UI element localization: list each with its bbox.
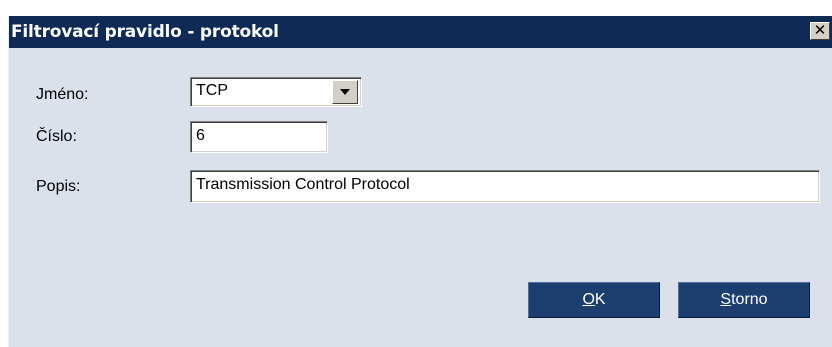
number-input[interactable]: 6 — [190, 121, 328, 153]
protocol-filter-dialog: Filtrovací pravidlo - protokol ✕ Jméno: … — [8, 16, 832, 347]
window-title: Filtrovací pravidlo - protokol — [11, 22, 279, 42]
ok-button-label: K — [594, 291, 606, 308]
name-label: Jméno: — [36, 86, 89, 103]
ok-button[interactable]: OK — [528, 282, 660, 318]
cancel-button[interactable]: Storno — [678, 282, 810, 318]
name-select[interactable]: TCP — [190, 77, 362, 107]
description-input[interactable]: Transmission Control Protocol — [190, 170, 820, 203]
description-label: Popis: — [36, 178, 81, 195]
close-button[interactable]: ✕ — [810, 22, 830, 40]
ok-button-accelerator: O — [582, 291, 595, 308]
cancel-button-accelerator: S — [720, 291, 732, 308]
number-label: Číslo: — [36, 128, 77, 145]
chevron-down-icon — [340, 89, 350, 95]
name-select-dropdown-button[interactable] — [332, 80, 358, 104]
close-icon: ✕ — [813, 21, 827, 39]
cancel-button-label: torno — [731, 291, 768, 308]
title-bar[interactable]: Filtrovací pravidlo - protokol ✕ — [9, 16, 832, 48]
